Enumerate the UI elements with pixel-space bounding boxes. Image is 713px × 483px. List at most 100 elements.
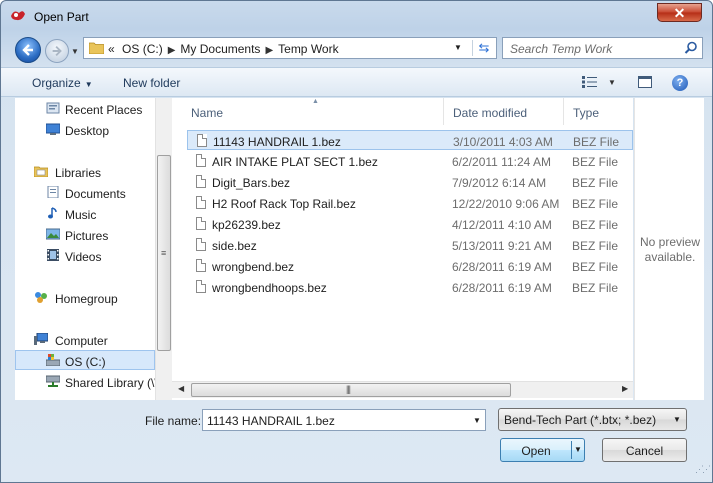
resize-grip-icon[interactable]: ⋰⋰	[695, 464, 711, 475]
back-button[interactable]	[15, 37, 41, 63]
organize-button[interactable]: Organize ▼	[32, 76, 93, 90]
file-date: 3/10/2011 4:03 AM	[453, 135, 553, 149]
column-header-type[interactable]: Type	[564, 98, 633, 125]
file-row[interactable]: H2 Roof Rack Top Rail.bez 12/22/2010 9:0…	[187, 193, 633, 213]
file-name-input[interactable]: 11143 HANDRAIL 1.bez ▼	[202, 409, 486, 431]
scroll-right-icon[interactable]: ▶	[622, 384, 628, 393]
forward-button[interactable]	[45, 39, 69, 63]
column-header-name[interactable]: Name ▲	[172, 98, 444, 125]
nav-item-documents[interactable]: Documents	[15, 183, 155, 203]
nav-item-libraries[interactable]: Libraries	[15, 162, 155, 182]
file-row[interactable]: wrongbendhoops.bez 6/28/2011 6:19 AM BEZ…	[187, 277, 633, 297]
new-folder-button[interactable]: New folder	[123, 76, 180, 90]
file-type-select[interactable]: Bend-Tech Part (*.btx; *.bez) ▼	[498, 408, 687, 431]
nav-item-recent-places[interactable]: Recent Places	[15, 99, 155, 119]
file-icon	[197, 134, 207, 147]
nav-item-pictures[interactable]: Pictures	[15, 225, 155, 245]
folder-icon	[89, 42, 104, 54]
file-type-value: Bend-Tech Part (*.btx; *.bez)	[504, 413, 657, 427]
breadcrumb-item[interactable]: Temp Work	[278, 42, 338, 56]
scrollbar-thumb[interactable]: ≡	[157, 155, 171, 351]
desktop-icon	[46, 123, 60, 135]
file-date: 6/28/2011 6:19 AM	[452, 260, 552, 274]
close-button[interactable]: ✕	[657, 3, 702, 22]
file-row[interactable]: Digit_Bars.bez 7/9/2012 6:14 AM BEZ File	[187, 172, 633, 192]
file-list-horizontal-scrollbar[interactable]: ◀ ||| ▶	[172, 381, 633, 398]
file-row[interactable]: 11143 HANDRAIL 1.bez 3/10/2011 4:03 AM B…	[187, 130, 633, 150]
address-bar[interactable]: « OS (C:) ▶ My Documents ▶ Temp Work ▼ ⇆	[83, 37, 497, 59]
nav-item-computer[interactable]: Computer	[15, 330, 155, 350]
file-date: 5/13/2011 9:21 AM	[452, 239, 552, 253]
file-icon	[196, 154, 206, 167]
search-icon[interactable]	[684, 41, 698, 55]
file-type: BEZ File	[573, 135, 620, 149]
close-icon: ✕	[673, 5, 686, 21]
file-name: H2 Roof Rack Top Rail.bez	[212, 197, 356, 211]
nav-item-videos[interactable]: Videos	[15, 246, 155, 266]
column-header-date-modified[interactable]: Date modified	[444, 98, 564, 125]
preview-message-line: No preview	[639, 235, 701, 249]
breadcrumb-overflow[interactable]: «	[108, 42, 115, 56]
nav-item-music[interactable]: Music	[15, 204, 155, 224]
cancel-button-label: Cancel	[625, 444, 664, 458]
file-row[interactable]: kp26239.bez 4/12/2011 4:10 AM BEZ File	[187, 214, 633, 234]
chevron-down-icon: ▼	[84, 80, 93, 89]
file-row[interactable]: AIR INTAKE PLAT SECT 1.bez 6/2/2011 11:2…	[187, 151, 633, 171]
file-name-label: File name:	[145, 414, 202, 428]
view-options-dropdown[interactable]: ▼	[608, 78, 616, 87]
cancel-button[interactable]: Cancel	[602, 438, 687, 462]
nav-item-os-c[interactable]: OS (C:)	[15, 350, 155, 370]
change-view-icon[interactable]	[582, 76, 598, 88]
recent-locations-dropdown[interactable]: ▼	[71, 47, 79, 56]
file-name: Digit_Bars.bez	[212, 176, 291, 190]
libraries-icon	[34, 166, 48, 177]
file-icon	[196, 280, 206, 293]
file-name: wrongbend.bez	[212, 260, 295, 274]
file-type: BEZ File	[572, 239, 619, 253]
scroll-left-icon[interactable]: ◀	[178, 384, 184, 393]
computer-icon	[34, 333, 48, 345]
help-icon[interactable]: ?	[672, 75, 688, 91]
file-row[interactable]: wrongbend.bez 6/28/2011 6:19 AM BEZ File	[187, 256, 633, 276]
preview-pane: No preview available.	[634, 98, 704, 400]
chevron-right-icon[interactable]: ▶	[168, 45, 176, 56]
file-date: 12/22/2010 9:06 AM	[452, 197, 560, 211]
breadcrumb-item[interactable]: My Documents	[180, 42, 260, 56]
search-placeholder: Search Temp Work	[510, 42, 613, 56]
nav-item-label: Computer	[55, 334, 108, 348]
breadcrumb-item[interactable]: OS (C:)	[122, 42, 163, 56]
search-input[interactable]: Search Temp Work	[502, 37, 703, 59]
back-arrow-icon	[22, 44, 33, 56]
preview-pane-icon[interactable]	[638, 76, 652, 88]
file-icon	[196, 217, 206, 230]
navigation-row: ▼ « OS (C:) ▶ My Documents ▶ Temp Work ▼ ⇆ S…	[1, 32, 712, 64]
file-name: side.bez	[212, 239, 257, 253]
column-header-label: Name	[191, 106, 224, 120]
file-list: Name ▲ Date modified Type 11143 HANDRAIL…	[172, 98, 633, 400]
drive-icon	[46, 354, 60, 366]
chevron-down-icon[interactable]: ▼	[473, 416, 481, 425]
file-name: wrongbendhoops.bez	[212, 281, 327, 295]
file-row[interactable]: side.bez 5/13/2011 9:21 AM BEZ File	[187, 235, 633, 255]
open-button[interactable]: Open ▼	[500, 438, 585, 462]
music-icon	[48, 207, 57, 219]
organize-label: Organize	[32, 76, 81, 90]
navigation-pane: Recent Places Desktop Libraries Document…	[15, 98, 155, 400]
preview-message-line: available.	[644, 250, 696, 264]
nav-item-label: OS (C:)	[65, 355, 106, 369]
navigation-pane-scrollbar[interactable]: ≡	[155, 98, 172, 400]
file-date: 4/12/2011 4:10 AM	[452, 218, 552, 232]
nav-item-homegroup[interactable]: Homegroup	[15, 288, 155, 308]
file-type: BEZ File	[572, 155, 619, 169]
nav-item-shared-library[interactable]: Shared Library (\\	[15, 372, 155, 392]
scrollbar-thumb[interactable]: |||	[191, 383, 511, 397]
address-dropdown[interactable]: ▼	[454, 43, 462, 52]
open-options-dropdown[interactable]: ▼	[574, 445, 582, 454]
grip-icon: |||	[346, 384, 351, 394]
file-name-value: 11143 HANDRAIL 1.bez	[207, 414, 335, 428]
refresh-icon[interactable]: ⇆	[472, 40, 495, 56]
window-title: Open Part	[34, 10, 89, 24]
chevron-right-icon[interactable]: ▶	[265, 45, 273, 56]
nav-item-desktop[interactable]: Desktop	[15, 120, 155, 140]
title-bar: Open Part ✕	[1, 1, 712, 31]
